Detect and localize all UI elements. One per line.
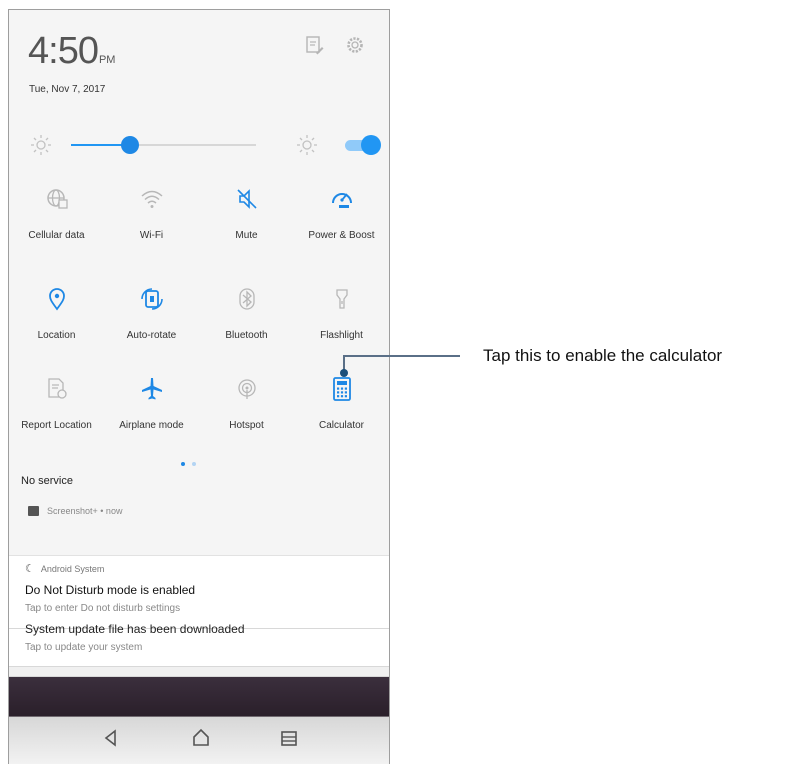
notification-dnd[interactable]: ☾ Android System Do Not Disturb mode is e… — [9, 555, 389, 632]
tile-label: Flashlight — [320, 330, 363, 341]
tile-label: Cellular data — [28, 230, 85, 241]
brightness-auto-icon — [297, 135, 317, 155]
tile-mute[interactable]: Mute — [199, 173, 294, 263]
notification-divider — [9, 666, 389, 677]
auto-rotate-icon — [141, 288, 163, 310]
tile-label: Power & Boost — [308, 230, 375, 241]
location-pin-icon — [49, 288, 65, 311]
airplane-icon — [142, 378, 162, 400]
tile-power-boost[interactable]: Power & Boost — [294, 173, 389, 263]
notification-title: System update file has been downloaded — [25, 622, 245, 636]
date: Tue, Nov 7, 2017 — [29, 84, 106, 95]
back-icon[interactable] — [100, 727, 122, 749]
tile-label: Wi-Fi — [139, 230, 164, 241]
tile-flashlight[interactable]: Flashlight — [294, 273, 389, 363]
notification-app-name: Android System — [40, 564, 105, 574]
tile-label: Mute — [235, 230, 258, 241]
wifi-icon — [141, 190, 163, 208]
settings-gear-icon[interactable] — [344, 34, 366, 56]
edit-icon[interactable] — [303, 34, 325, 56]
tile-auto-rotate[interactable]: Auto-rotate — [104, 273, 199, 363]
boost-gauge-icon — [332, 193, 352, 208]
notification-text: Tap to enter Do not disturb settings — [25, 603, 181, 614]
quick-settings-panel: 4:50PM Tue, Nov 7, 2017 Cellular data Wi… — [9, 10, 389, 555]
moon-icon: ☾ — [25, 563, 35, 575]
page-indicator — [181, 453, 203, 471]
report-location-icon — [48, 378, 67, 399]
tile-wifi[interactable]: Wi-Fi — [104, 173, 199, 263]
notification-app-row: ☾ Android System — [25, 562, 104, 575]
tile-airplane-mode[interactable]: Airplane mode — [104, 363, 199, 453]
tile-bluetooth[interactable]: Bluetooth — [199, 273, 294, 363]
notification-text: Tap to update your system — [25, 642, 143, 653]
tile-report-location[interactable]: Report Location — [9, 363, 104, 453]
navigation-bar — [9, 677, 389, 764]
callout-text: Tap this to enable the calculator — [483, 346, 723, 365]
notification-title: Do Not Disturb mode is enabled — [25, 583, 196, 597]
flashlight-icon — [336, 289, 348, 309]
page-dot-active[interactable] — [181, 462, 185, 466]
home-icon[interactable] — [190, 727, 212, 749]
calculator-icon — [333, 377, 351, 401]
phone-screen: 4:50PM Tue, Nov 7, 2017 Cellular data Wi… — [8, 9, 390, 764]
tile-label: Hotspot — [229, 420, 264, 431]
clock: 4:50PM — [28, 30, 116, 72]
page-dot[interactable] — [192, 462, 196, 466]
screenshot-notification-text: Screenshot+ • now — [47, 506, 123, 516]
globe-icon — [47, 189, 68, 209]
screenshot-notification[interactable]: Screenshot+ • now — [28, 506, 122, 516]
auto-brightness-toggle[interactable] — [343, 135, 381, 155]
callout-marker — [340, 369, 348, 377]
tile-cellular-data[interactable]: Cellular data — [9, 173, 104, 263]
tile-label: Calculator — [318, 420, 365, 431]
tile-label: Auto-rotate — [126, 330, 177, 341]
bluetooth-icon — [239, 288, 255, 310]
image-icon — [28, 506, 39, 516]
tile-location[interactable]: Location — [9, 273, 104, 363]
hotspot-icon — [238, 379, 256, 399]
mute-icon — [237, 189, 257, 209]
brightness-slider-thumb[interactable] — [121, 136, 140, 154]
brightness-low-icon — [31, 135, 51, 155]
notification-system-update[interactable]: System update file has been downloaded T… — [9, 622, 389, 667]
brightness-slider[interactable] — [71, 136, 256, 154]
tile-label: Report Location — [21, 420, 92, 431]
tile-label: Location — [37, 330, 76, 341]
recents-icon[interactable] — [278, 727, 300, 749]
tile-hotspot[interactable]: Hotspot — [199, 363, 294, 453]
network-status: No service — [21, 475, 73, 487]
clock-ampm: PM — [98, 54, 116, 66]
tile-label: Airplane mode — [119, 420, 184, 431]
tile-label: Bluetooth — [225, 330, 268, 341]
callout-leader-line — [343, 355, 460, 357]
brightness-row — [9, 130, 389, 160]
